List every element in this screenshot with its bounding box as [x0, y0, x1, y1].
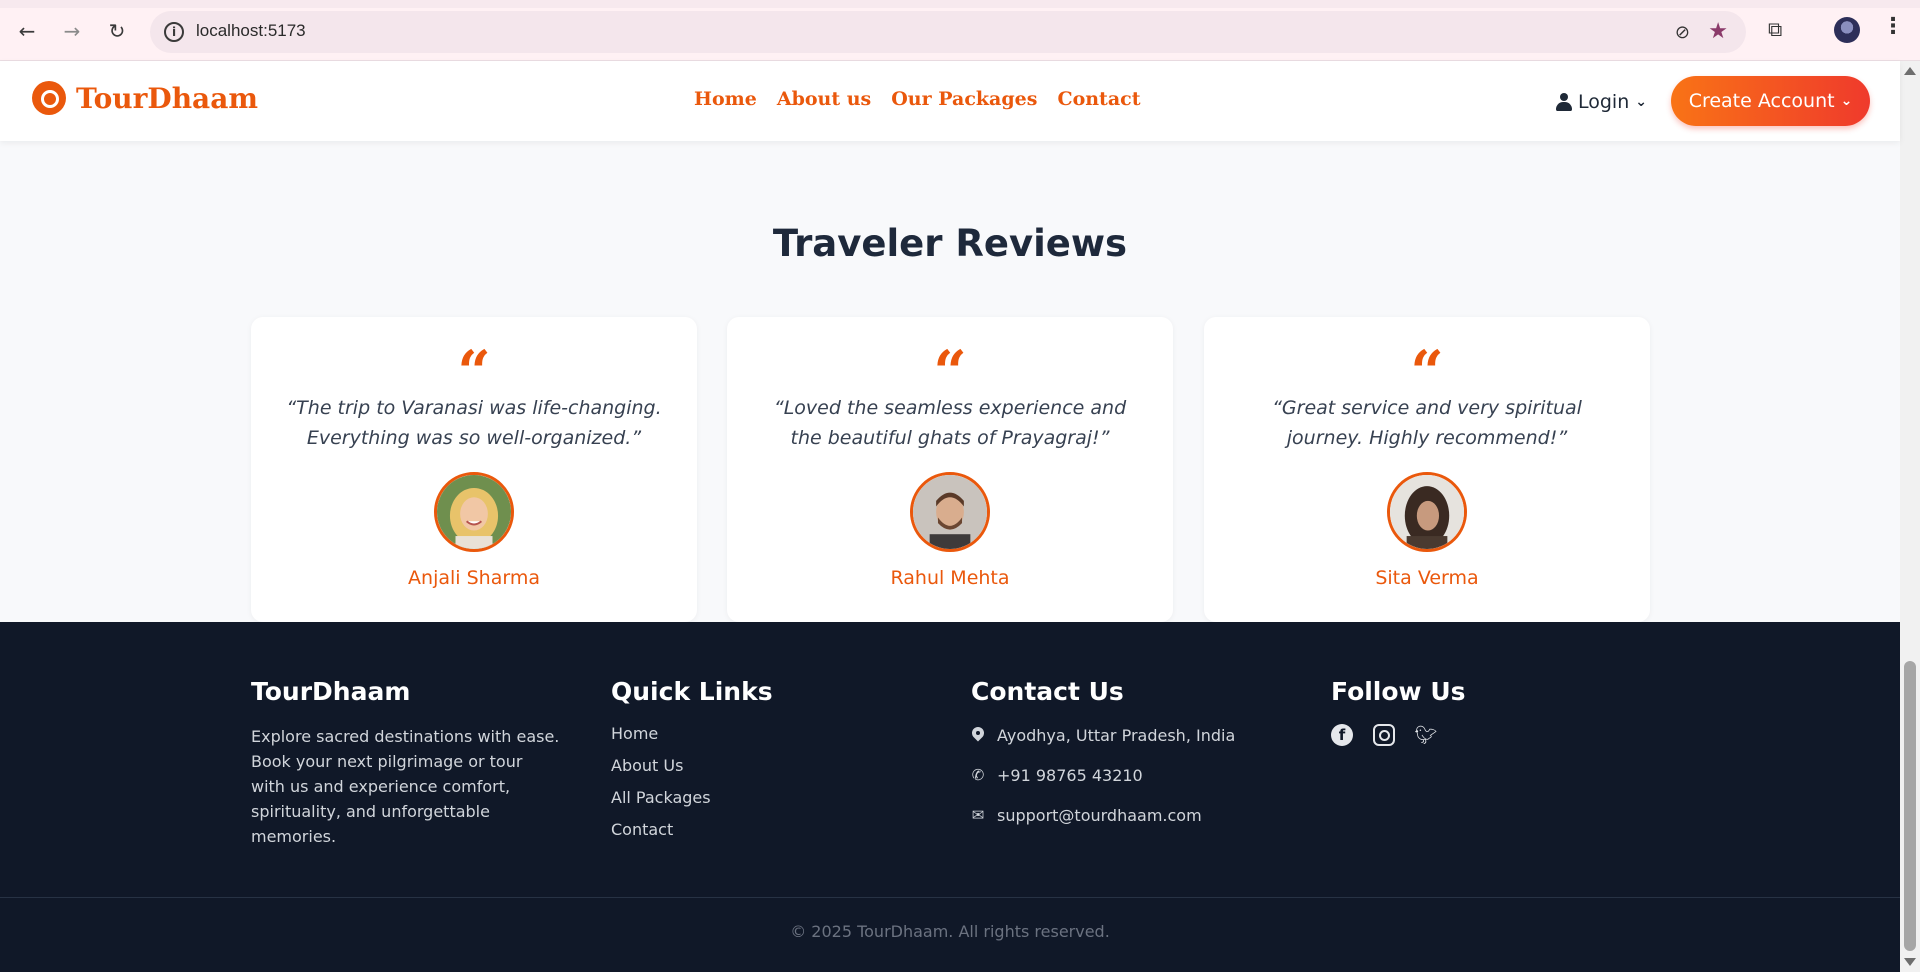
extensions-icon[interactable]: ⧉ — [1768, 17, 1782, 41]
email-text[interactable]: support@tourdhaam.com — [997, 806, 1202, 825]
footer-link-home[interactable]: Home — [611, 724, 773, 743]
footer-link-packages[interactable]: All Packages — [611, 788, 773, 807]
contact-address: Ayodhya, Uttar Pradesh, India — [971, 724, 1235, 746]
star-icon[interactable]: ★ — [1708, 19, 1728, 44]
site-info-icon[interactable]: i — [164, 22, 184, 42]
facebook-icon[interactable]: f — [1331, 724, 1353, 746]
more-vert-icon[interactable]: ⋮ — [1882, 14, 1904, 39]
review-quote: “The trip to Varanasi was life-changing.… — [286, 397, 662, 449]
contact-email: ✉ support@tourdhaam.com — [971, 804, 1235, 826]
phone-icon: ✆ — [971, 766, 985, 784]
site-footer: TourDhaam Explore sacred destinations wi… — [0, 622, 1900, 972]
avatar — [1387, 472, 1467, 552]
review-card: “ “The trip to Varanasi was life-changin… — [251, 317, 697, 622]
avatar — [434, 472, 514, 552]
reviewer-name: Rahul Mehta — [890, 567, 1010, 589]
review-card: “ “Great service and very spiritual jour… — [1204, 317, 1650, 622]
footer-divider — [0, 897, 1900, 898]
nav-packages[interactable]: Our Packages — [891, 88, 1037, 110]
create-account-button[interactable]: Create Account ⌄ — [1671, 76, 1870, 126]
browser-toolbar: ← → ↻ i localhost:5173 ⊘ ★ ⧉ ⋮ — [0, 0, 1920, 61]
chevron-down-icon: ⌄ — [1840, 93, 1853, 109]
url-text[interactable]: localhost:5173 — [196, 21, 306, 41]
footer-contact: Contact Us Ayodhya, Uttar Pradesh, India… — [971, 677, 1235, 844]
social-links: f 🐦︎ — [1331, 724, 1466, 746]
login-dropdown[interactable]: Login ⌄ — [1556, 91, 1647, 113]
tab-strip — [0, 0, 1920, 8]
follow-title: Follow Us — [1331, 677, 1466, 706]
create-account-label: Create Account — [1688, 90, 1835, 112]
mail-icon: ✉ — [971, 806, 985, 824]
review-quote: “Great service and very spiritual journe… — [1272, 397, 1582, 449]
profile-avatar[interactable] — [1834, 17, 1860, 43]
contact-title: Contact Us — [971, 677, 1124, 706]
avatar — [910, 472, 990, 552]
footer-link-about[interactable]: About Us — [611, 756, 773, 775]
eye-off-icon[interactable]: ⊘ — [1675, 22, 1690, 43]
scroll-thumb[interactable] — [1904, 661, 1916, 951]
reload-icon[interactable]: ↻ — [102, 16, 132, 46]
quick-links-title: Quick Links — [611, 677, 773, 706]
page-scrollbar[interactable] — [1900, 61, 1920, 972]
review-card: “ “Loved the seamless experience and the… — [727, 317, 1173, 622]
address-bar[interactable]: i localhost:5173 ⊘ ★ — [150, 11, 1746, 53]
copyright: © 2025 TourDhaam. All rights reserved. — [790, 922, 1110, 941]
chevron-down-icon: ⌄ — [1635, 94, 1647, 110]
scroll-down-arrow[interactable] — [1904, 958, 1916, 966]
map-pin-icon — [971, 727, 985, 743]
footer-about: TourDhaam Explore sacred destinations wi… — [251, 677, 561, 849]
footer-link-contact[interactable]: Contact — [611, 820, 773, 839]
site-header: TourDhaam Home About us Our Packages Con… — [0, 61, 1900, 141]
reviewer-name: Sita Verma — [1375, 567, 1479, 589]
review-quote: “Loved the seamless experience and the b… — [773, 397, 1127, 449]
address-text: Ayodhya, Uttar Pradesh, India — [997, 725, 1236, 745]
footer-quick-links: Quick Links Home About Us All Packages C… — [611, 677, 773, 852]
main-nav: Home About us Our Packages Contact — [694, 88, 1141, 110]
footer-follow: Follow Us f 🐦︎ — [1331, 677, 1466, 746]
logo-text: TourDhaam — [76, 81, 258, 115]
reviews-title: Traveler Reviews — [772, 222, 1128, 265]
logo-icon — [32, 81, 66, 115]
nav-home[interactable]: Home — [694, 88, 757, 110]
site-logo[interactable]: TourDhaam — [32, 81, 258, 115]
nav-about[interactable]: About us — [777, 88, 871, 110]
forward-icon[interactable]: → — [57, 16, 87, 46]
contact-phone: ✆ +91 98765 43210 — [971, 764, 1235, 786]
instagram-icon[interactable] — [1373, 724, 1395, 746]
scroll-up-arrow[interactable] — [1904, 67, 1916, 75]
phone-text: +91 98765 43210 — [997, 765, 1143, 785]
footer-brand-text: Explore sacred destinations with ease. B… — [251, 727, 560, 846]
reviewer-name: Anjali Sharma — [408, 567, 540, 589]
footer-brand-title: TourDhaam — [251, 677, 411, 706]
user-icon — [1556, 93, 1572, 111]
nav-contact[interactable]: Contact — [1057, 88, 1140, 110]
login-label: Login — [1578, 91, 1630, 113]
back-icon[interactable]: ← — [12, 16, 42, 46]
twitter-icon[interactable]: 🐦︎ — [1415, 724, 1438, 746]
